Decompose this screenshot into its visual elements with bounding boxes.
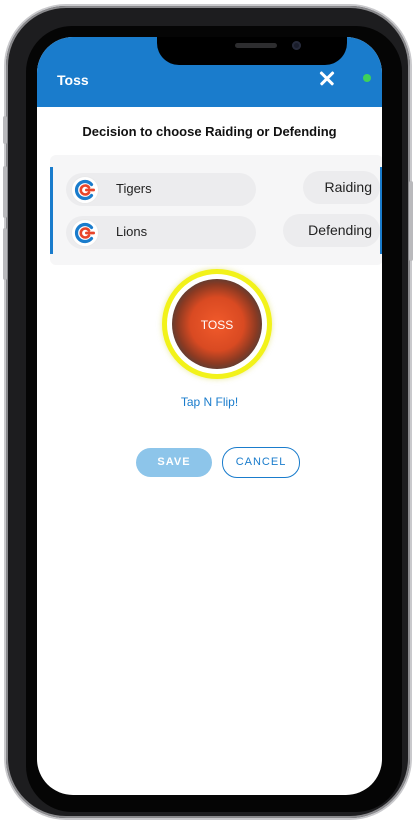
team-name: Tigers [116,181,152,196]
status-indicator [363,74,371,82]
close-icon[interactable] [315,66,339,90]
page-title: Toss [57,72,89,88]
phone-side-button [3,116,7,144]
team-card: Tigers Raiding Lions Defending [50,155,382,265]
team-role-badge: Raiding [303,171,380,204]
toss-coin: TOSS [172,279,262,369]
tap-hint: Tap N Flip! [180,395,239,409]
toss-button[interactable]: TOSS [162,269,272,379]
app-screen: Toss Decision to choose Raiding or Defen… [37,37,382,795]
row-accent-right [380,167,382,211]
team-row-tigers[interactable]: Tigers Raiding [50,167,382,211]
phone-side-button [3,166,7,218]
decision-heading: Decision to choose Raiding or Defending [82,124,337,139]
save-button[interactable]: SAVE [136,448,212,477]
row-accent-left [50,210,53,254]
phone-notch [157,37,347,65]
cancel-button[interactable]: CANCEL [222,447,300,478]
toss-label: TOSS [200,318,234,332]
phone-side-button [409,181,413,261]
row-accent-left [50,167,53,211]
team-row-lions[interactable]: Lions Defending [50,210,382,254]
phone-side-button [3,228,7,280]
team-logo-icon [71,176,99,204]
camera-icon [292,41,301,50]
team-name: Lions [116,224,148,239]
team-role-badge: Defending [283,214,380,247]
speaker-grille [235,43,277,48]
team-logo-icon [71,219,99,247]
row-accent-right [380,210,382,254]
